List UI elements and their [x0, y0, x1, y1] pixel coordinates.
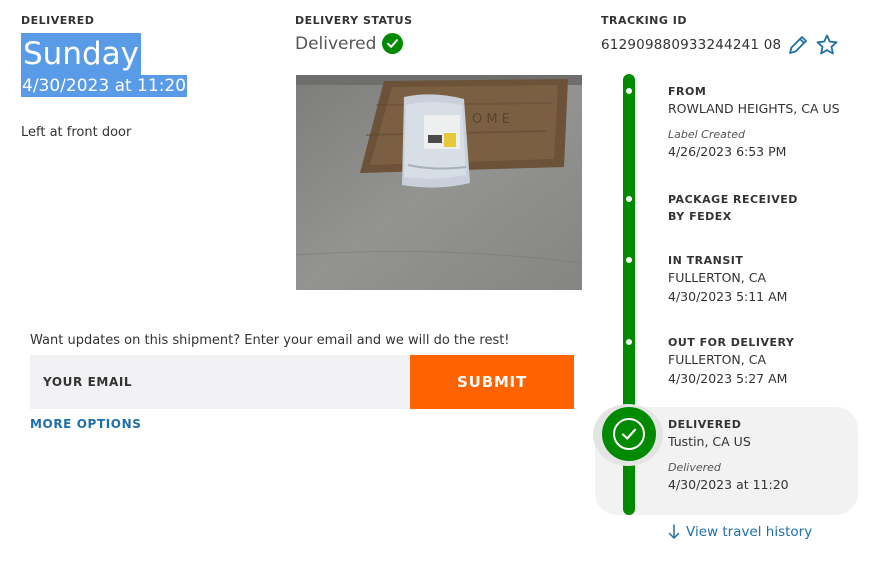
more-options-link[interactable]: MORE OPTIONS	[30, 417, 142, 431]
timeline-event-location: Tustin, CA US	[668, 434, 751, 449]
timeline-event-title: IN TRANSIT	[668, 254, 744, 267]
email-input[interactable]	[30, 355, 410, 409]
timeline-event-time: 4/30/2023 5:27 AM	[668, 370, 788, 386]
pencil-icon[interactable]	[787, 34, 809, 56]
timeline-dot	[626, 257, 632, 263]
view-travel-history-link[interactable]: View travel history	[668, 524, 812, 540]
timeline-event-note: Delivered	[668, 460, 721, 474]
delivery-day: Sunday	[21, 33, 141, 75]
tracking-number: 612909880933244241 08	[601, 37, 782, 53]
delivered-label: DELIVERED	[21, 14, 95, 27]
timeline-event-title: OUT FOR DELIVERY	[668, 336, 795, 349]
delivered-section: DELIVERED Sunday 4/30/2023 at 11:20 Left…	[21, 14, 271, 140]
tracking-id-label: TRACKING ID	[601, 14, 687, 27]
timeline-event-location: ROWLAND HEIGHTS, CA US	[668, 101, 840, 116]
delivery-datetime: 4/30/2023 at 11:20	[21, 75, 188, 97]
timeline-event-title: PACKAGE RECEIVED BY FEDEX	[668, 193, 798, 223]
timeline-event-out-for-delivery: OUT FOR DELIVERY FULLERTON, CA 4/30/2023…	[668, 334, 858, 388]
check-circle-icon	[382, 33, 404, 54]
email-updates-prompt: Want updates on this shipment? Enter you…	[30, 333, 510, 348]
timeline-event-in-transit: IN TRANSIT FULLERTON, CA 4/30/2023 5:11 …	[668, 252, 858, 306]
timeline-event-location: FULLERTON, CA	[668, 352, 766, 367]
timeline-event-received: PACKAGE RECEIVED BY FEDEX	[668, 191, 818, 225]
delivery-location-note: Left at front door	[21, 125, 132, 140]
delivery-status-value: Delivered	[295, 33, 377, 54]
svg-text:O M E: O M E	[472, 112, 510, 127]
delivery-status-section: DELIVERY STATUS Delivered	[295, 14, 585, 54]
timeline-event-title: DELIVERED	[668, 418, 742, 431]
delivered-check-icon	[602, 407, 656, 461]
timeline-dot	[626, 196, 632, 202]
delivery-status-label: DELIVERY STATUS	[295, 14, 413, 27]
timeline-event-from: FROM ROWLAND HEIGHTS, CA US Label Create…	[668, 83, 858, 161]
timeline-event-note: Label Created	[668, 127, 745, 141]
tracking-section: TRACKING ID 612909880933244241 08	[601, 14, 871, 57]
timeline-event-title: FROM	[668, 85, 707, 98]
timeline-event-time: 4/26/2023 6:53 PM	[668, 143, 787, 159]
timeline-event-location: FULLERTON, CA	[668, 270, 766, 285]
timeline-event-delivered: DELIVERED Tustin, CA US Delivered 4/30/2…	[668, 416, 858, 494]
submit-button[interactable]: SUBMIT	[410, 355, 574, 409]
proof-of-delivery-photo[interactable]: O M E	[296, 75, 582, 290]
view-travel-history-label: View travel history	[686, 524, 813, 540]
timeline-event-time: 4/30/2023 5:11 AM	[668, 288, 788, 304]
timeline-dot	[626, 339, 632, 345]
star-icon[interactable]	[815, 33, 839, 57]
timeline-dot	[626, 88, 632, 94]
arrow-down-icon	[668, 524, 680, 539]
email-updates-section: Want updates on this shipment? Enter you…	[30, 333, 590, 432]
timeline-event-time: 4/30/2023 at 11:20	[668, 476, 789, 492]
